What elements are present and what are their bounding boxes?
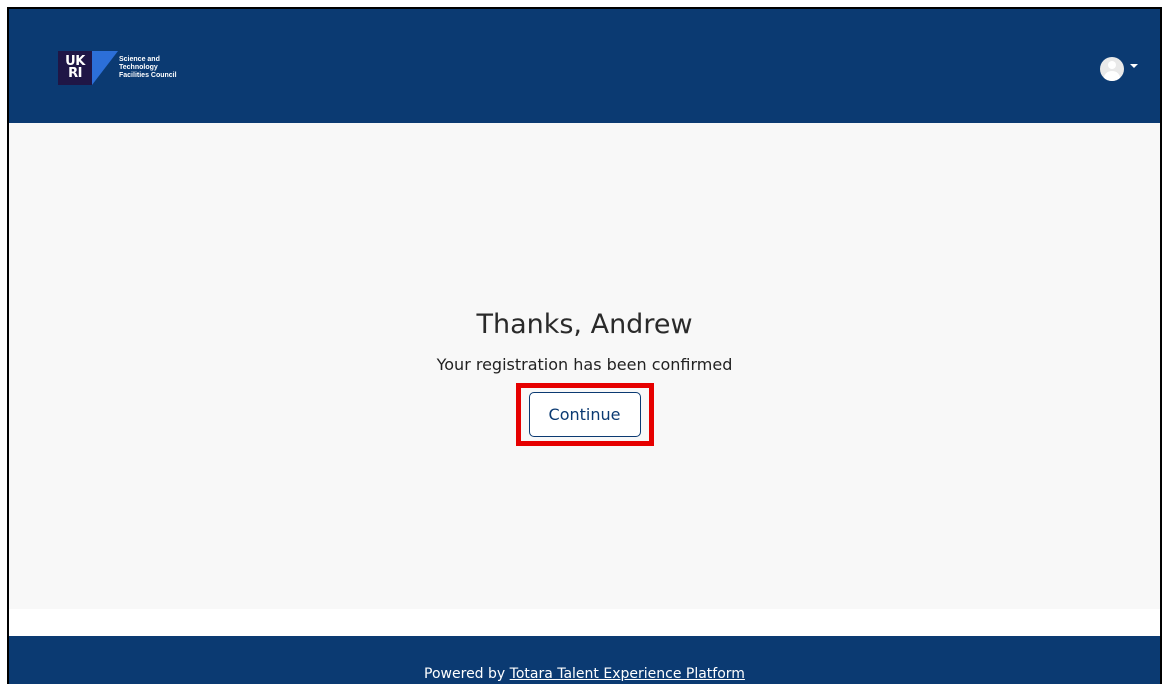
site-footer: Powered by Totara Talent Experience Plat… <box>9 636 1160 684</box>
site-header: UK RI Science and Technology Facilities … <box>9 9 1160 123</box>
content-footer-gap <box>9 609 1160 636</box>
logo-text: Science and Technology Facilities Counci… <box>119 56 177 80</box>
caret-down-icon[interactable] <box>1130 64 1138 68</box>
logo-text-line2: Technology <box>119 64 158 71</box>
confirmation-message: Your registration has been confirmed <box>436 355 733 374</box>
page-title: Thanks, Andrew <box>476 309 693 340</box>
totara-link[interactable]: Totara Talent Experience Platform <box>510 666 745 682</box>
ukri-stfc-logo[interactable]: UK RI Science and Technology Facilities … <box>58 51 177 85</box>
confirmation-panel: Thanks, Andrew Your registration has bee… <box>9 309 1160 446</box>
logo-text-line3: Facilities Council <box>119 72 177 79</box>
continue-button[interactable]: Continue <box>528 392 641 437</box>
footer-prefix: Powered by <box>424 666 510 682</box>
logo-text-line1: Science and <box>119 56 160 63</box>
user-menu-toggle[interactable] <box>1100 57 1138 81</box>
page-frame: UK RI Science and Technology Facilities … <box>7 7 1162 684</box>
user-avatar-icon[interactable] <box>1100 57 1124 81</box>
logo-wedge-icon <box>92 51 118 85</box>
ukri-logo-mark: UK RI <box>58 51 92 85</box>
continue-highlight-box: Continue <box>515 383 654 446</box>
logo-mark-line2: RI <box>68 66 82 81</box>
